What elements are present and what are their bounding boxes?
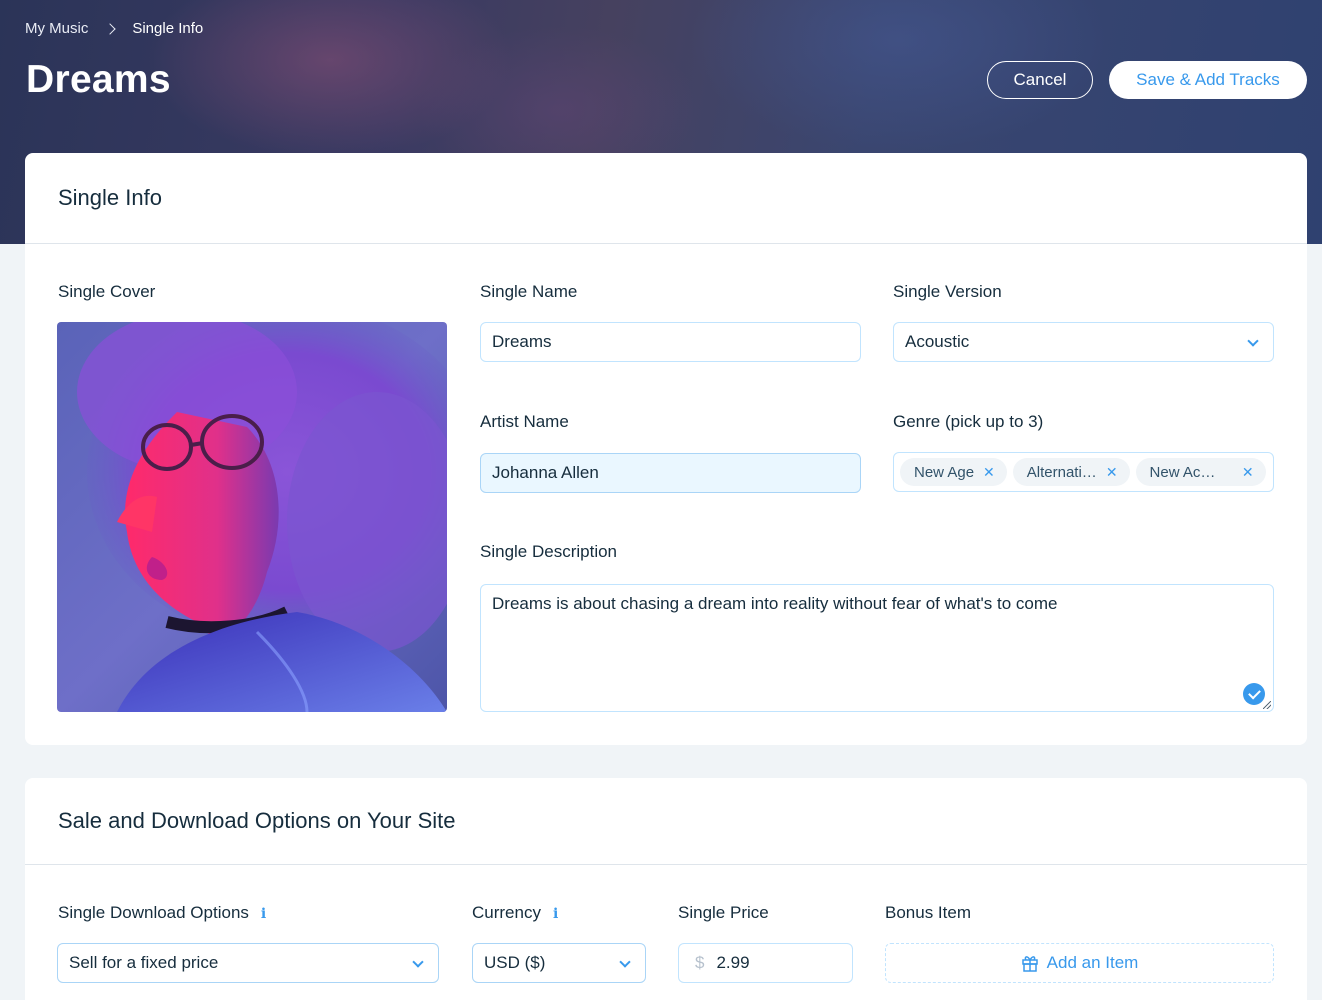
breadcrumb-current: Single Info: [132, 20, 204, 37]
currency-label: Currency i: [472, 903, 558, 923]
info-icon[interactable]: i: [261, 906, 266, 922]
gift-icon: [1021, 956, 1038, 972]
download-options-select[interactable]: Sell for a fixed price: [57, 943, 439, 983]
chevron-down-icon: [412, 956, 424, 968]
genre-tag-label: New Age: [914, 463, 975, 481]
add-item-label: Add an Item: [1046, 953, 1139, 972]
cancel-button[interactable]: Cancel: [987, 61, 1093, 99]
dollar-prefix: $: [695, 953, 705, 972]
single-info-card: Single Info Single Cover Single Name Dre…: [25, 153, 1307, 745]
single-info-title: Single Info: [25, 153, 1307, 244]
breadcrumb-my-music[interactable]: My Music: [25, 20, 88, 37]
single-version-value: Acoustic: [905, 332, 970, 351]
chevron-right-icon: [104, 22, 117, 35]
single-price-label: Single Price: [678, 903, 769, 922]
single-cover-label: Single Cover: [58, 282, 156, 301]
single-name-input[interactable]: Dreams: [480, 322, 861, 362]
add-item-button[interactable]: Add an Item: [885, 943, 1274, 983]
genre-tag-input[interactable]: New Age ✕ Alternati… ✕ New Ac… ✕: [893, 452, 1274, 492]
currency-select[interactable]: USD ($): [472, 943, 646, 983]
currency-label-text: Currency: [472, 903, 541, 922]
info-icon[interactable]: i: [553, 906, 558, 922]
check-circle-icon: [1243, 683, 1265, 705]
single-name-label: Single Name: [480, 282, 578, 301]
chevron-down-icon: [619, 956, 631, 968]
single-description-text: Dreams is about chasing a dream into rea…: [492, 594, 1058, 613]
sale-options-title: Sale and Download Options on Your Site: [25, 778, 1307, 865]
single-price-input[interactable]: $ 2.99: [678, 943, 853, 983]
page-title: Dreams: [26, 58, 171, 101]
bonus-item-label: Bonus Item: [885, 903, 971, 922]
download-options-label: Single Download Options i: [58, 903, 266, 923]
single-description-textarea[interactable]: Dreams is about chasing a dream into rea…: [480, 584, 1274, 712]
single-version-label: Single Version: [893, 282, 1002, 301]
download-options-label-text: Single Download Options: [58, 903, 249, 922]
resize-handle-icon[interactable]: [1263, 701, 1271, 709]
download-options-value: Sell for a fixed price: [69, 953, 219, 972]
single-price-value: 2.99: [716, 953, 750, 972]
save-add-tracks-button[interactable]: Save & Add Tracks: [1109, 61, 1307, 99]
sale-options-card: Sale and Download Options on Your Site S…: [25, 778, 1307, 1000]
genre-tag-label: New Ac…: [1149, 463, 1216, 481]
single-version-select[interactable]: Acoustic: [893, 322, 1274, 362]
single-description-label: Single Description: [480, 542, 618, 561]
single-cover-image[interactable]: [57, 322, 447, 712]
currency-value: USD ($): [484, 953, 546, 972]
cover-photo: [57, 322, 447, 712]
remove-tag-icon[interactable]: ✕: [1106, 464, 1118, 481]
genre-tag: Alternati… ✕: [1012, 458, 1130, 486]
breadcrumb: My Music Single Info: [25, 20, 203, 37]
genre-tag: New Age ✕: [900, 458, 1007, 486]
artist-name-label: Artist Name: [480, 412, 569, 431]
remove-tag-icon[interactable]: ✕: [983, 464, 995, 481]
genre-label: Genre (pick up to 3): [893, 412, 1044, 431]
remove-tag-icon[interactable]: ✕: [1242, 464, 1254, 481]
genre-tag-label: Alternati…: [1026, 463, 1097, 481]
genre-tag: New Ac… ✕: [1135, 458, 1266, 486]
artist-name-input[interactable]: Johanna Allen: [480, 453, 861, 493]
chevron-down-icon: [1247, 335, 1259, 347]
